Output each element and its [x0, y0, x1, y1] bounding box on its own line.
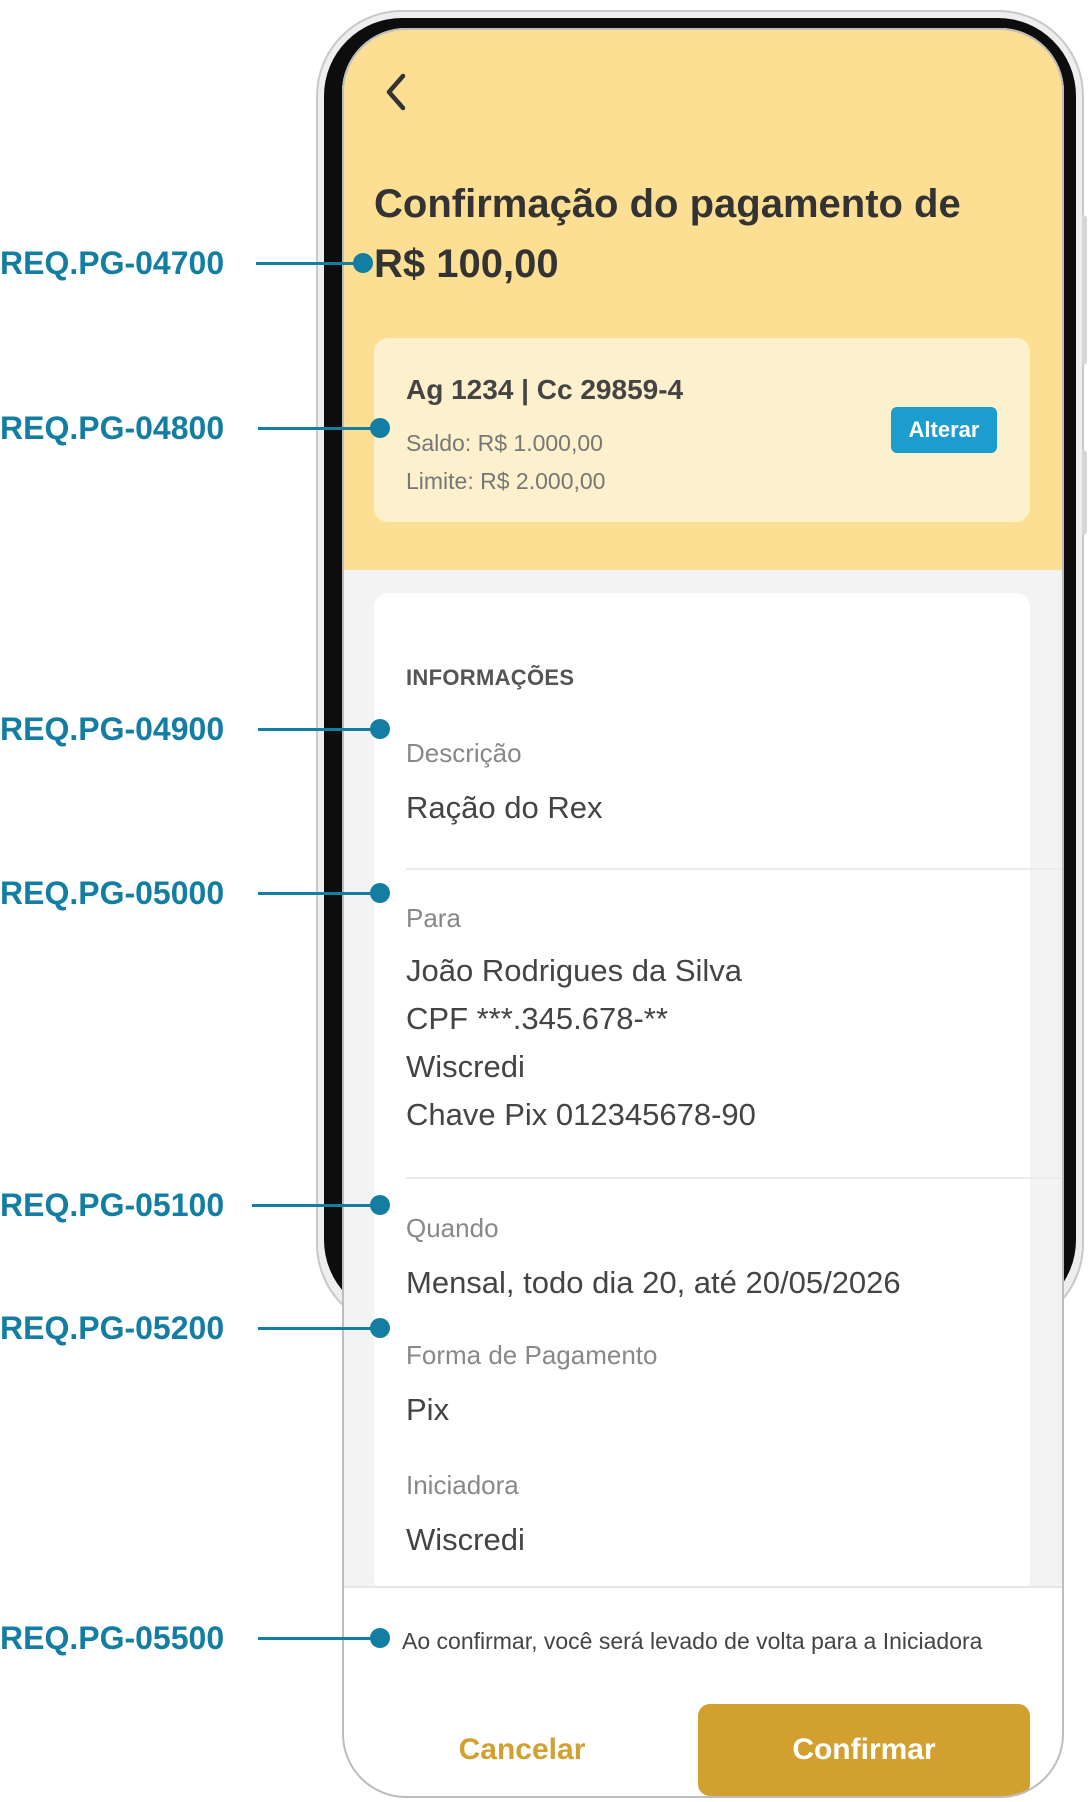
annotation-dot: [370, 1628, 390, 1648]
volume-button: [1082, 215, 1087, 365]
annotation-req-pg-04700: REQ.PG-04700: [0, 245, 420, 281]
description-value: Ração do Rex: [406, 790, 603, 825]
annotation-req-pg-04900: REQ.PG-04900: [0, 711, 420, 747]
annotation-label: REQ.PG-04800: [0, 410, 225, 446]
payment-method-value: Pix: [406, 1392, 450, 1427]
payee-institution: Wiscredi: [406, 1049, 525, 1084]
annotation-line: [258, 892, 378, 895]
description-label: Descrição: [406, 738, 522, 768]
payee-name: João Rodrigues da Silva: [406, 953, 743, 988]
annotation-label: REQ.PG-05200: [0, 1310, 225, 1346]
back-button[interactable]: [374, 64, 418, 120]
footer-bar: Ao confirmar, você será levado de volta …: [342, 1586, 1064, 1798]
annotation-req-pg-05500: REQ.PG-05500: [0, 1620, 420, 1656]
power-button: [1082, 450, 1087, 535]
annotation-req-pg-04800: REQ.PG-04800: [0, 410, 420, 446]
annotation-label: REQ.PG-05500: [0, 1620, 225, 1656]
annotation-label: REQ.PG-05100: [0, 1187, 225, 1223]
payment-method-label: Forma de Pagamento: [406, 1340, 658, 1370]
annotation-dot: [353, 253, 373, 273]
annotation-line: [258, 1327, 378, 1330]
account-limit: Limite: R$ 2.000,00: [406, 468, 606, 494]
annotation-dot: [370, 1318, 390, 1338]
annotation-req-pg-05000: REQ.PG-05000: [0, 875, 420, 911]
annotation-line: [252, 1204, 378, 1207]
annotation-line: [256, 262, 362, 265]
account-balance: Saldo: R$ 1.000,00: [406, 430, 603, 456]
header-area: Confirmação do pagamento de R$ 100,00 Ag…: [342, 28, 1064, 570]
payee-details: João Rodrigues da Silva CPF ***.345.678-…: [406, 947, 756, 1139]
page-title: Confirmação do pagamento de R$ 100,00: [374, 182, 961, 286]
annotation-dot: [370, 883, 390, 903]
divider: [406, 1177, 1064, 1179]
annotation-req-pg-05100: REQ.PG-05100: [0, 1187, 420, 1223]
annotation-line: [258, 427, 378, 430]
annotation-line: [258, 1637, 378, 1640]
chevron-left-icon: [386, 73, 406, 111]
divider: [406, 868, 1064, 870]
information-card: INFORMAÇÕES Descrição Ração do Rex Para …: [374, 593, 1064, 1593]
initiator-label: Iniciadora: [406, 1470, 519, 1500]
payee-pix-key: Chave Pix 012345678-90: [406, 1097, 756, 1132]
confirm-button[interactable]: Confirmar: [698, 1704, 1030, 1796]
section-title: INFORMAÇÕES: [406, 665, 575, 690]
initiator-value: Wiscredi: [406, 1522, 525, 1557]
annotation-line: [258, 728, 378, 731]
annotation-label: REQ.PG-04700: [0, 245, 225, 281]
cancel-button[interactable]: Cancelar: [382, 1704, 662, 1796]
redirect-note: Ao confirmar, você será levado de volta …: [402, 1628, 983, 1654]
account-card: Ag 1234 | Cc 29859-4 Saldo: R$ 1.000,00 …: [374, 338, 1030, 522]
annotation-dot: [370, 418, 390, 438]
change-account-button[interactable]: Alterar: [891, 407, 997, 453]
annotation-label: REQ.PG-05000: [0, 875, 225, 911]
annotation-req-pg-05200: REQ.PG-05200: [0, 1310, 420, 1346]
annotation-dot: [370, 719, 390, 739]
annotation-dot: [370, 1195, 390, 1215]
payee-cpf: CPF ***.345.678-**: [406, 1001, 668, 1036]
annotation-label: REQ.PG-04900: [0, 711, 225, 747]
account-number: Ag 1234 | Cc 29859-4: [406, 374, 684, 405]
when-value: Mensal, todo dia 20, até 20/05/2026: [406, 1265, 901, 1300]
app-screen: Confirmação do pagamento de R$ 100,00 Ag…: [342, 28, 1064, 1798]
